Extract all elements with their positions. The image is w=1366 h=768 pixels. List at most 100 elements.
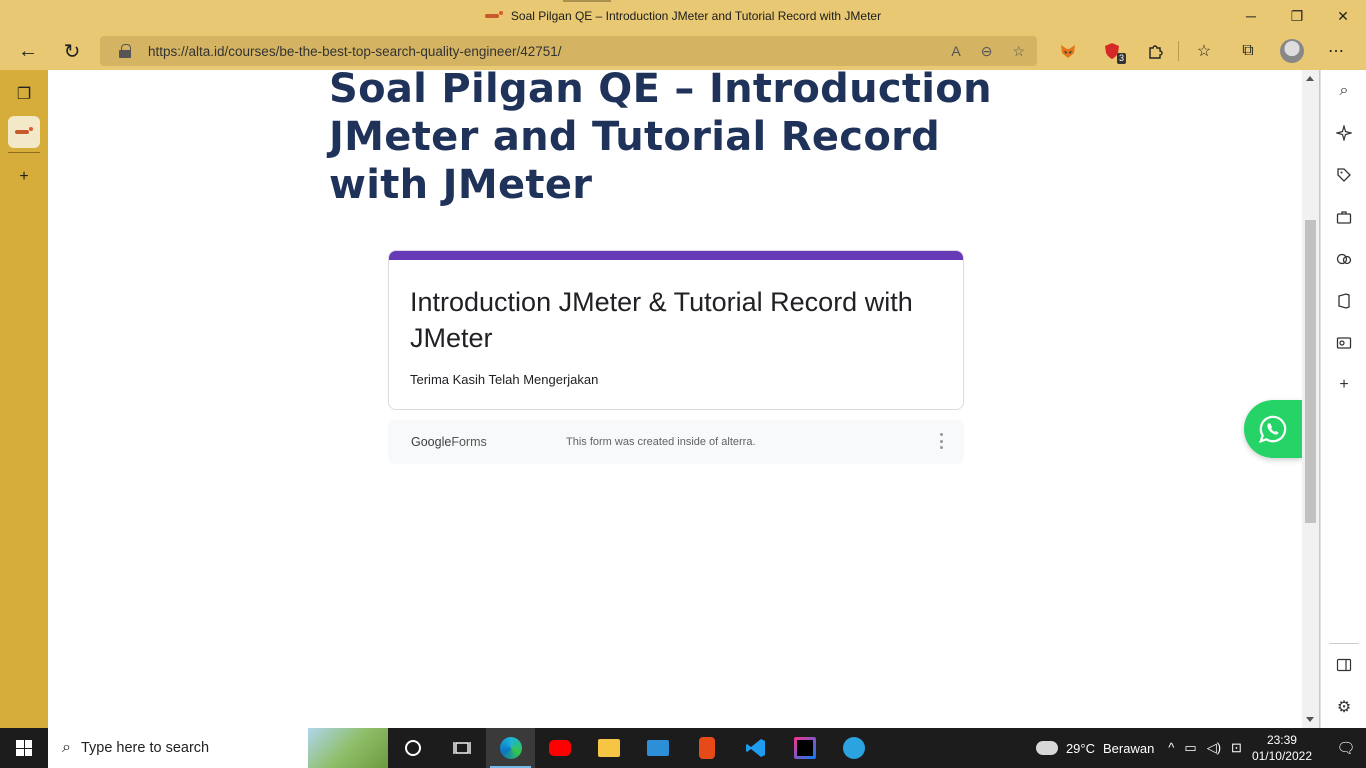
whatsapp-chat-button[interactable] <box>1244 400 1302 458</box>
alterra-favicon-icon <box>15 127 33 137</box>
extensions-button[interactable] <box>1134 32 1178 70</box>
form-title: Introduction JMeter & Tutorial Record wi… <box>410 287 913 353</box>
extension-badge: 3 <box>1116 53 1126 64</box>
hide-sidebar-icon <box>1336 658 1352 672</box>
form-confirmation-card: Introduction JMeter & Tutorial Record wi… <box>388 250 964 410</box>
sidebar-tools-button[interactable] <box>1321 196 1366 238</box>
taskbar-edge[interactable] <box>486 728 535 768</box>
network-icon[interactable]: ⊡ <box>1231 740 1242 756</box>
intellij-icon <box>793 737 816 759</box>
whatsapp-icon <box>1259 415 1287 443</box>
tab-actions-button[interactable]: ❐ <box>0 74 48 114</box>
sidebar-hide-button[interactable] <box>1321 644 1366 686</box>
metamask-extension-button[interactable] <box>1046 32 1090 70</box>
add-favorite-icon[interactable]: ☆ <box>1012 43 1025 60</box>
restore-button[interactable]: ❐ <box>1274 0 1320 32</box>
sidebar-discover-button[interactable] <box>1321 112 1366 154</box>
taskbar-search-box[interactable]: ⌕ Type here to search <box>48 728 388 768</box>
form-footer-note: This form was created inside of alterra. <box>566 436 756 448</box>
taskbar-clock[interactable]: 23:39 01/10/2022 <box>1252 732 1312 764</box>
alterra-favicon-icon <box>484 11 503 21</box>
minimize-button[interactable]: ─ <box>1228 0 1274 32</box>
read-aloud-icon[interactable]: A <box>951 43 960 59</box>
collections-button[interactable]: ⧉ <box>1226 32 1270 70</box>
tab-separator <box>8 152 40 153</box>
back-button[interactable]: ← <box>6 32 50 70</box>
scroll-thumb[interactable] <box>1305 220 1316 523</box>
taskbar-intellij[interactable] <box>780 728 829 768</box>
close-button[interactable]: ✕ <box>1320 0 1366 32</box>
sidebar-add-button[interactable]: + <box>1321 364 1366 406</box>
window-controls: ─ ❐ ✕ <box>1228 0 1366 32</box>
address-bar[interactable]: https://alta.id/courses/be-the-best-top-… <box>100 36 1037 66</box>
lock-icon[interactable] <box>118 44 132 58</box>
folder-icon <box>597 739 620 757</box>
windows-taskbar: ⌕ Type here to search 29°C Berawan ^ ▭ ◁… <box>0 728 1366 768</box>
zoom-out-icon[interactable]: ⊖ <box>981 43 993 60</box>
windows-logo-icon <box>16 740 32 756</box>
cortana-button[interactable] <box>388 728 437 768</box>
briefcase-icon <box>1336 211 1352 224</box>
profile-button[interactable] <box>1270 32 1314 70</box>
google-forms-logo-google: Google <box>411 435 452 449</box>
window-title: Soal Pilgan QE – Introduction JMeter and… <box>484 9 881 23</box>
outlook-icon <box>1336 337 1352 349</box>
taskbar-mail[interactable] <box>633 728 682 768</box>
refresh-button[interactable]: ↻ <box>50 32 94 70</box>
youtube-icon <box>548 740 571 756</box>
title-bar: Soal Pilgan QE – Introduction JMeter and… <box>0 0 1366 32</box>
mail-icon <box>646 740 669 756</box>
weather-widget[interactable]: 29°C Berawan <box>1035 740 1155 756</box>
volume-icon[interactable]: ◁) <box>1207 740 1221 756</box>
telegram-icon <box>842 737 865 759</box>
clock-date: 01/10/2022 <box>1251 749 1312 763</box>
task-view-icon <box>452 742 471 754</box>
puzzle-icon <box>1149 45 1163 59</box>
sidebar-games-button[interactable] <box>1321 238 1366 280</box>
sidebar-search-button[interactable]: ⌕ <box>1321 70 1366 112</box>
sidebar-outlook-button[interactable] <box>1321 322 1366 364</box>
weather-temperature: 29°C <box>1065 740 1095 756</box>
web-page: Soal Pilgan QE – Introduction JMeter and… <box>48 70 1302 728</box>
task-view-button[interactable] <box>437 728 486 768</box>
tray-icons: ^ ▭ ◁) ⊡ <box>1168 740 1242 756</box>
tab-alta-course[interactable] <box>8 116 40 148</box>
office-icon <box>1338 293 1350 309</box>
tag-icon <box>1337 168 1351 182</box>
google-forms-logo[interactable]: GoogleForms <box>411 435 566 449</box>
settings-more-button[interactable]: ⋯ <box>1314 32 1358 70</box>
sidebar-office-button[interactable] <box>1321 280 1366 322</box>
sparkle-icon <box>1336 125 1352 141</box>
scroll-down-arrow-icon[interactable] <box>1306 717 1314 722</box>
more-vert-icon[interactable] <box>940 433 944 449</box>
new-tab-button[interactable]: + <box>0 157 48 197</box>
start-button[interactable] <box>0 728 48 768</box>
weather-condition: Berawan <box>1102 740 1155 756</box>
taskbar-youtube[interactable] <box>535 728 584 768</box>
shield-extension-button[interactable]: 3 <box>1090 32 1134 70</box>
office-icon <box>698 737 715 759</box>
page-scrollbar[interactable] <box>1302 70 1319 728</box>
taskbar-file-explorer[interactable] <box>584 728 633 768</box>
taskbar-search-placeholder: Type here to search <box>80 740 210 756</box>
form-confirmation-message: Terima Kasih Telah Mengerjakan <box>410 372 599 387</box>
browser-toolbar: ← ↻ https://alta.id/courses/be-the-best-… <box>0 32 1366 70</box>
sidebar-settings-button[interactable]: ⚙ <box>1321 686 1366 728</box>
taskbar-vscode[interactable] <box>731 728 780 768</box>
show-hidden-icons-button[interactable]: ^ <box>1168 740 1174 756</box>
edge-sidebar: ⌕ + ⚙ <box>1320 70 1366 728</box>
sidebar-shopping-button[interactable] <box>1321 154 1366 196</box>
sidebar-bottom-group: ⚙ <box>1321 643 1366 728</box>
search-highlight-art <box>308 728 388 768</box>
favorites-button[interactable]: ☆ <box>1182 32 1226 70</box>
scroll-up-arrow-icon[interactable] <box>1306 76 1314 81</box>
taskbar-telegram[interactable] <box>829 728 878 768</box>
fox-icon <box>1061 45 1075 58</box>
google-forms-logo-forms: Forms <box>451 435 487 449</box>
url-text[interactable]: https://alta.id/courses/be-the-best-top-… <box>148 44 561 59</box>
taskbar-office[interactable] <box>682 728 731 768</box>
cortana-icon <box>404 740 421 756</box>
battery-icon[interactable]: ▭ <box>1184 740 1196 756</box>
notifications-icon[interactable]: 🗨 <box>1326 728 1366 768</box>
search-icon: ⌕ <box>62 739 71 756</box>
